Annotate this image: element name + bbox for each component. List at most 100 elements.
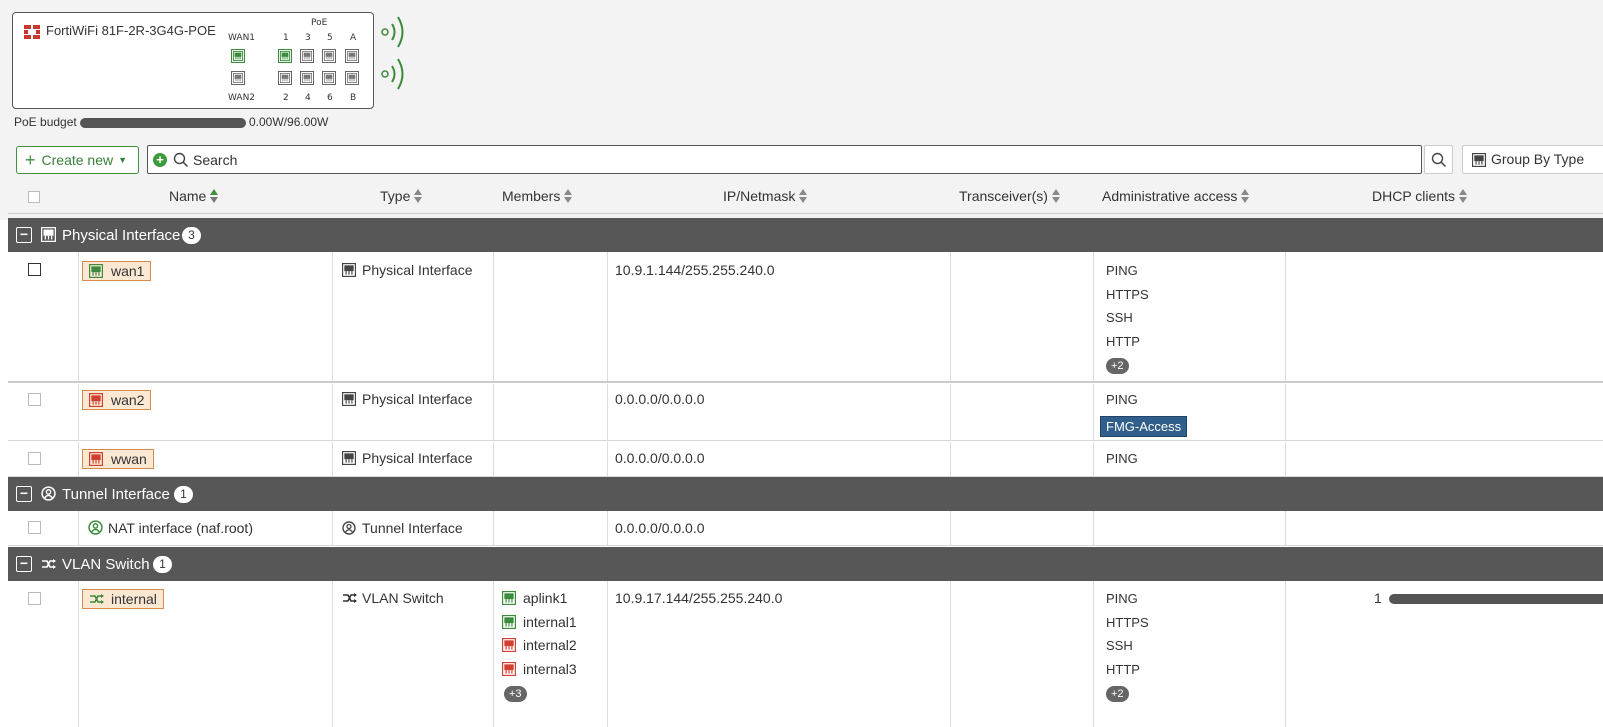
access-item: HTTP bbox=[1106, 333, 1140, 349]
tunnel-icon bbox=[342, 521, 356, 535]
col-type[interactable]: Type bbox=[380, 188, 423, 204]
port-label-2: 2 bbox=[283, 93, 289, 103]
member-item[interactable]: internal1 bbox=[502, 614, 577, 638]
access-item: SSH bbox=[1106, 310, 1133, 325]
group-by-label: Group By Type bbox=[1491, 151, 1585, 167]
interface-name-tag[interactable]: wwan bbox=[82, 449, 154, 469]
table-row-nat-interface[interactable]: NAT interface (naf.root) Tunnel Interfac… bbox=[8, 511, 1603, 546]
select-all-checkbox[interactable] bbox=[28, 191, 40, 203]
admin-access-list: PING FMG-Access bbox=[1100, 392, 1188, 439]
port-b[interactable] bbox=[345, 71, 359, 85]
member-item[interactable]: aplink1 bbox=[502, 590, 577, 614]
row-checkbox[interactable] bbox=[28, 452, 41, 465]
vlan-switch-icon bbox=[41, 558, 57, 570]
interface-name-cell[interactable]: NAT interface (naf.root) bbox=[88, 520, 253, 536]
access-item: HTTPS bbox=[1106, 286, 1149, 302]
col-dhcp-clients[interactable]: DHCP clients bbox=[1372, 188, 1468, 204]
port-icon bbox=[1472, 153, 1486, 167]
group-count-badge: 1 bbox=[153, 556, 172, 573]
sort-icon bbox=[799, 189, 808, 204]
collapse-icon[interactable]: − bbox=[16, 227, 32, 243]
table-row-wan1[interactable]: wan1 Physical Interface 10.9.1.144/255.2… bbox=[8, 252, 1603, 383]
port-wan2[interactable] bbox=[231, 71, 245, 85]
access-item: PING bbox=[1106, 263, 1138, 278]
more-badge[interactable]: +2 bbox=[1106, 686, 1129, 702]
create-new-button[interactable]: + Create new ▼ bbox=[16, 146, 139, 174]
interface-name: wan1 bbox=[111, 263, 145, 279]
sort-icon bbox=[210, 189, 219, 204]
table-header: Name Type Members IP/Netmask Transceiver… bbox=[8, 181, 1603, 214]
search-input[interactable] bbox=[191, 149, 1391, 171]
device-name: FortiWiFi 81F-2R-3G4G-POE bbox=[46, 23, 216, 38]
plus-icon: + bbox=[25, 149, 36, 170]
tunnel-icon bbox=[88, 520, 103, 535]
access-item: PING bbox=[1106, 392, 1138, 407]
member-item[interactable]: internal3 bbox=[502, 661, 577, 685]
col-ip-netmask[interactable]: IP/Netmask bbox=[723, 188, 808, 204]
interface-name-tag[interactable]: internal bbox=[82, 589, 164, 609]
port-down-icon bbox=[502, 638, 516, 652]
interface-name-tag[interactable]: wan1 bbox=[82, 261, 152, 281]
search-button[interactable] bbox=[1424, 145, 1453, 174]
group-by-type-button[interactable]: Group By Type bbox=[1462, 145, 1603, 174]
tunnel-icon bbox=[41, 486, 56, 501]
port-1[interactable] bbox=[278, 49, 292, 63]
poe-budget-label: PoE budget bbox=[14, 115, 77, 129]
wifi-radio-1-icon[interactable] bbox=[380, 14, 410, 50]
collapse-icon[interactable]: − bbox=[16, 486, 32, 502]
admin-access-list: PING bbox=[1106, 451, 1138, 475]
port-5[interactable] bbox=[322, 49, 336, 63]
port-4[interactable] bbox=[300, 71, 314, 85]
table-row-wan2[interactable]: wan2 Physical Interface 0.0.0.0/0.0.0.0 … bbox=[8, 384, 1603, 441]
group-vlan-switch[interactable]: − VLAN Switch 1 bbox=[8, 547, 1603, 581]
add-filter-icon[interactable]: + bbox=[153, 153, 167, 167]
port-2[interactable] bbox=[278, 71, 292, 85]
row-checkbox[interactable] bbox=[28, 393, 41, 406]
members-list: aplink1 internal1 internal2 internal3 +3 bbox=[502, 590, 577, 702]
member-item[interactable]: internal2 bbox=[502, 637, 577, 661]
collapse-icon[interactable]: − bbox=[16, 556, 32, 572]
col-admin-access[interactable]: Administrative access bbox=[1102, 188, 1250, 204]
port-up-icon bbox=[89, 264, 103, 278]
search-box[interactable]: + bbox=[147, 145, 1422, 174]
sort-icon bbox=[414, 189, 423, 204]
more-badge[interactable]: +3 bbox=[504, 686, 527, 702]
port-label-a: A bbox=[350, 33, 357, 43]
col-name[interactable]: Name bbox=[169, 188, 219, 204]
port-up-icon bbox=[502, 615, 516, 629]
interface-name: wan2 bbox=[111, 392, 145, 408]
col-dhcp-label: DHCP clients bbox=[1372, 188, 1455, 204]
port-a[interactable] bbox=[345, 49, 359, 63]
port-icon bbox=[342, 392, 356, 406]
member-name: internal1 bbox=[523, 613, 577, 630]
col-members[interactable]: Members bbox=[502, 188, 573, 204]
port-down-icon bbox=[502, 662, 516, 676]
poe-budget-bar bbox=[80, 118, 246, 128]
row-checkbox[interactable] bbox=[28, 521, 41, 534]
port-3[interactable] bbox=[300, 49, 314, 63]
wifi-radio-2-icon[interactable] bbox=[380, 56, 410, 92]
table-row-wwan[interactable]: wwan Physical Interface 0.0.0.0/0.0.0.0 … bbox=[8, 442, 1603, 477]
sort-icon bbox=[1459, 189, 1468, 204]
type-label: Tunnel Interface bbox=[362, 520, 463, 536]
admin-access-list: PING HTTPS SSH HTTP +2 bbox=[1106, 263, 1149, 381]
table-row-internal[interactable]: internal VLAN Switch aplink1 internal1 i… bbox=[8, 581, 1603, 727]
member-name: aplink1 bbox=[523, 590, 568, 606]
row-checkbox[interactable] bbox=[28, 263, 41, 276]
port-wan1[interactable] bbox=[231, 49, 245, 63]
col-type-label: Type bbox=[380, 188, 411, 204]
col-transceivers[interactable]: Transceiver(s) bbox=[959, 188, 1061, 204]
col-name-label: Name bbox=[169, 188, 207, 204]
vlan-switch-icon bbox=[89, 593, 105, 605]
group-label: Physical Interface bbox=[62, 227, 181, 244]
more-badge[interactable]: +2 bbox=[1106, 358, 1129, 374]
interface-name-tag[interactable]: wan2 bbox=[82, 390, 152, 410]
group-physical-interface[interactable]: − Physical Interface 3 bbox=[8, 218, 1603, 252]
port-label-4: 4 bbox=[305, 93, 311, 103]
ip-netmask: 10.9.17.144/255.255.240.0 bbox=[615, 590, 783, 606]
create-new-label: Create new bbox=[41, 152, 114, 168]
interface-name: NAT interface (naf.root) bbox=[108, 520, 253, 536]
row-checkbox[interactable] bbox=[28, 592, 41, 605]
port-6[interactable] bbox=[322, 71, 336, 85]
group-tunnel-interface[interactable]: − Tunnel Interface 1 bbox=[8, 477, 1603, 511]
